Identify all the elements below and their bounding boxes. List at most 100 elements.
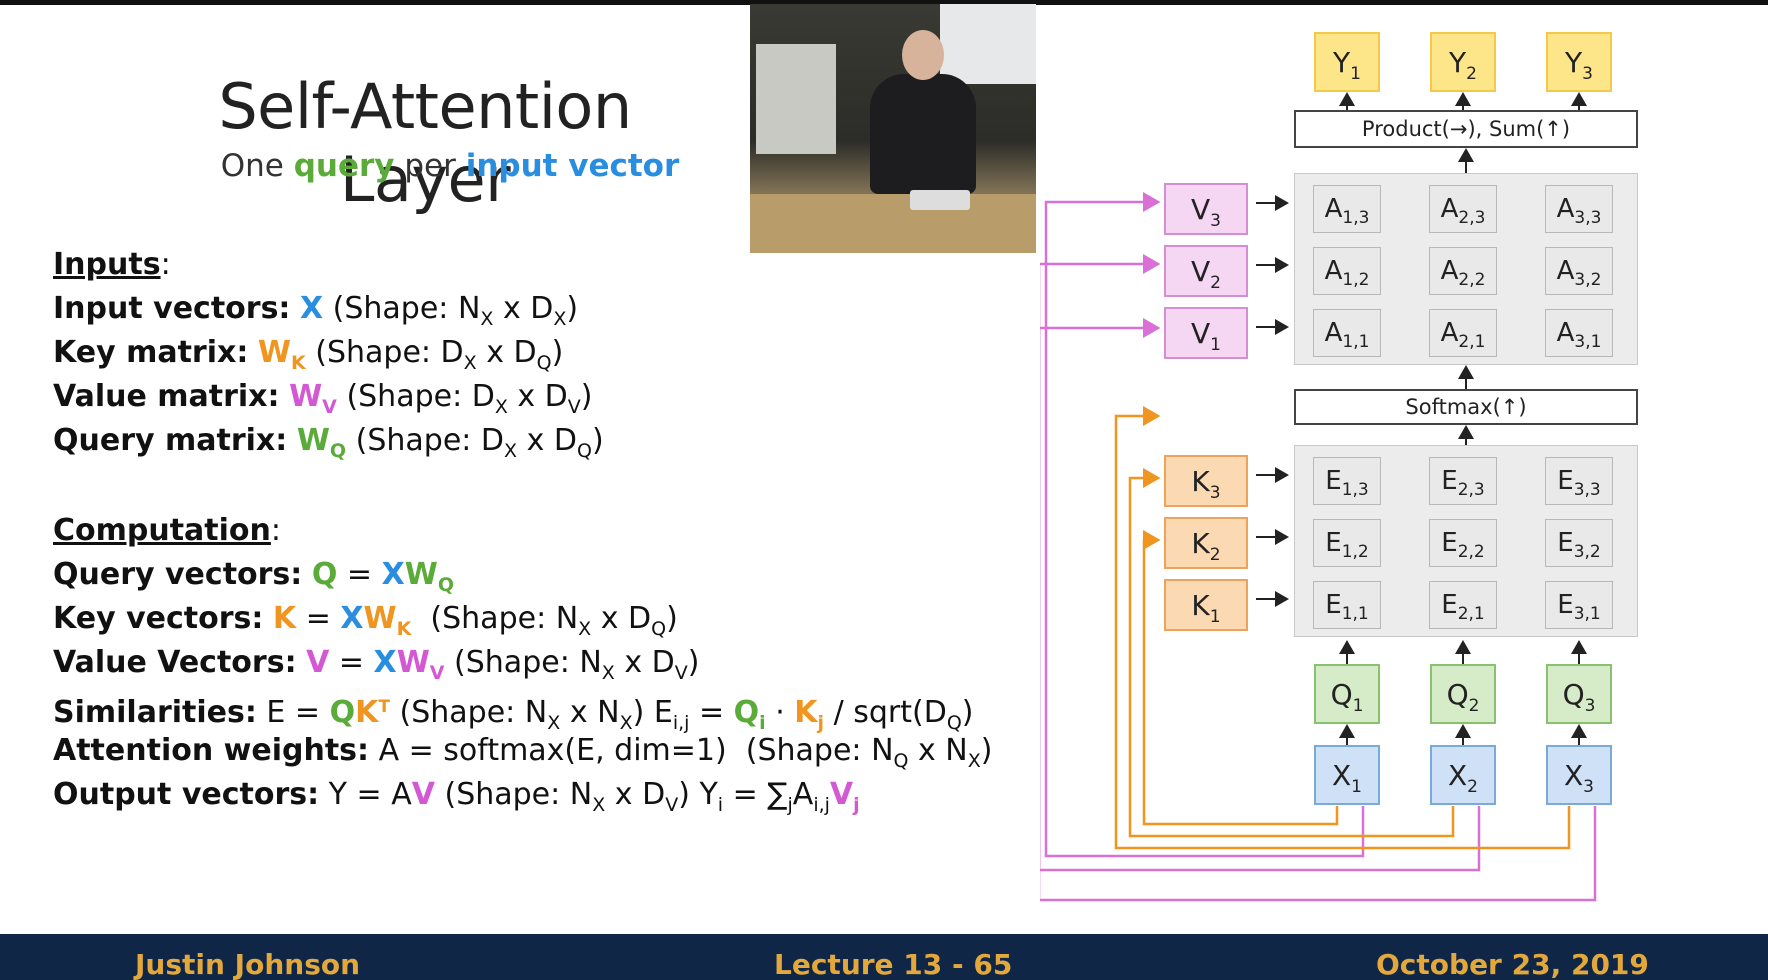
input-vectors-sub2: X (553, 308, 567, 330)
e-cell-2-1-sub: 2,1 (1457, 604, 1485, 624)
input-vectors-sub1: X (480, 308, 494, 330)
key-matrix-label: Key matrix: (53, 335, 249, 370)
a-cell-2-1-base: A (1440, 318, 1459, 348)
q-node-1-base: Q (1330, 678, 1353, 711)
similarities-eq: = (689, 695, 734, 730)
output-vectors-y: Y (699, 777, 718, 812)
a-cell-3-1-sub: 3,1 (1574, 332, 1602, 352)
a-cell-2-2: A2,2 (1429, 247, 1497, 295)
e-cell-3-3-base: E (1557, 466, 1574, 496)
query-matrix-sym: W (296, 423, 330, 458)
x-node-3: X3 (1546, 745, 1612, 805)
e-cell-1-1-sub: 1,1 (1341, 604, 1369, 624)
e-cell-3-2-sub: 3,2 (1573, 542, 1601, 562)
query-vectors-x: X (381, 557, 405, 592)
y-node-3-sub: 3 (1582, 64, 1593, 84)
self-attention-diagram: Product(→), Sum(↑) Softmax(↑) Y1 Y2 Y3 Q1 Q2… (1040, 0, 1768, 935)
slide-title: Self-Attention Layer (218, 70, 632, 216)
output-vectors-label: Output vectors: (53, 777, 320, 812)
lecturer-video (750, 4, 1036, 253)
q-node-2: Q2 (1430, 664, 1496, 724)
e-cell-2-2-base: E (1441, 528, 1458, 558)
e-cell-1-2-base: E (1325, 528, 1342, 558)
query-matrix-label: Query matrix: (53, 423, 288, 458)
k-node-1-base: K (1191, 589, 1210, 622)
product-sum-op: Product(→), Sum(↑) (1294, 110, 1638, 148)
similarities-qi: Qi (734, 695, 766, 734)
a-cell-1-1-sub: 1,1 (1342, 332, 1370, 352)
v-node-2-sub: 2 (1210, 273, 1221, 293)
e-cell-2-3: E2,3 (1429, 457, 1497, 505)
v-node-3-base: V (1191, 193, 1211, 226)
e-cell-3-1-base: E (1557, 590, 1574, 620)
value-vectors-w-sub: V (429, 662, 445, 684)
value-vectors-shape: (Shape: N (454, 645, 602, 680)
query-vectors-eq: = (337, 557, 382, 592)
video-board (756, 44, 836, 154)
a-cell-2-3: A2,3 (1429, 185, 1497, 233)
key-vectors-shape: (Shape: N (430, 601, 579, 636)
input-vectors-shape: (Shape: N (332, 291, 481, 326)
computation-heading: Computation (53, 513, 271, 548)
k-node-3-sub: 3 (1209, 483, 1221, 503)
x-node-1-base: X (1331, 759, 1352, 792)
k-node-1-sub: 1 (1209, 607, 1221, 627)
output-vectors-asub: i,j (813, 794, 830, 816)
query-vectors-w-sym: W (404, 557, 438, 592)
subtitle-input-vector: input vector (465, 148, 680, 184)
output-vectors-a: A (792, 777, 814, 812)
output-vectors-vj-sym: V (829, 777, 854, 812)
x-node-3-base: X (1563, 759, 1584, 792)
query-matrix-shape-mid: x D (517, 423, 577, 458)
video-desk-item (910, 190, 970, 210)
similarities-close: ) (961, 695, 974, 730)
value-matrix-label: Value matrix: (53, 379, 280, 414)
video-person-body (870, 74, 976, 194)
output-vectors-vj-sub: j (853, 794, 860, 816)
attention-weights-shape: (Shape: N (745, 733, 894, 768)
value-vectors-w: WV (397, 645, 445, 684)
a-cell-1-3: A1,3 (1313, 185, 1381, 233)
input-vectors-label: Input vectors: (53, 291, 291, 326)
query-matrix-symbol: WQ (296, 423, 346, 462)
e-cell-1-1-base: E (1325, 590, 1342, 620)
a-cell-1-3-sub: 1,3 (1342, 208, 1370, 228)
similarities-mid: x N (560, 695, 620, 730)
value-vectors-sub2: V (674, 662, 688, 684)
e-cell-3-1: E3,1 (1545, 581, 1613, 629)
value-matrix-symbol: WV (289, 379, 337, 418)
a-cell-2-2-base: A (1440, 256, 1459, 286)
a-cell-3-3-sub: 3,3 (1574, 208, 1602, 228)
y-node-1: Y1 (1314, 32, 1380, 92)
computation-colon: : (270, 513, 282, 548)
attention-weights-body: A = softmax(E, dim=1) (378, 733, 727, 768)
similarities-end: ) (632, 695, 645, 730)
similarities-k: K (355, 695, 379, 730)
x-node-3-sub: 3 (1583, 777, 1594, 797)
q-node-1-sub: 1 (1352, 696, 1364, 716)
similarities-shape: (Shape: N (399, 695, 548, 730)
similarities-e: E (653, 695, 673, 730)
softmax-op: Softmax(↑) (1294, 389, 1638, 425)
query-matrix-sub2: Q (576, 440, 592, 462)
value-vectors-end: ) (687, 645, 700, 680)
value-vectors-mid: x D (614, 645, 675, 680)
q-node-3-sub: 3 (1584, 696, 1596, 716)
e-cell-2-2-sub: 2,2 (1457, 542, 1485, 562)
query-matrix-symsub: Q (329, 440, 347, 462)
a-cell-1-2-base: A (1324, 256, 1343, 286)
attention-weights-mid: x N (908, 733, 968, 768)
k-node-1: K1 (1164, 579, 1248, 631)
e-cell-2-1-base: E (1441, 590, 1458, 620)
v-node-1-sub: 1 (1210, 335, 1221, 355)
a-cell-2-3-sub: 2,3 (1458, 208, 1486, 228)
e-cell-2-1: E2,1 (1429, 581, 1497, 629)
e-cell-2-2: E2,2 (1429, 519, 1497, 567)
e-cell-3-3: E3,3 (1545, 457, 1613, 505)
output-vectors-mid: x D (605, 777, 666, 812)
y-node-2: Y2 (1430, 32, 1496, 92)
output-vectors-pre: Y = A (328, 777, 412, 812)
e-cell-2-3-sub: 2,3 (1457, 480, 1485, 500)
v-node-3-sub: 3 (1210, 211, 1221, 231)
footer-date: October 23, 2019 (1376, 948, 1649, 980)
